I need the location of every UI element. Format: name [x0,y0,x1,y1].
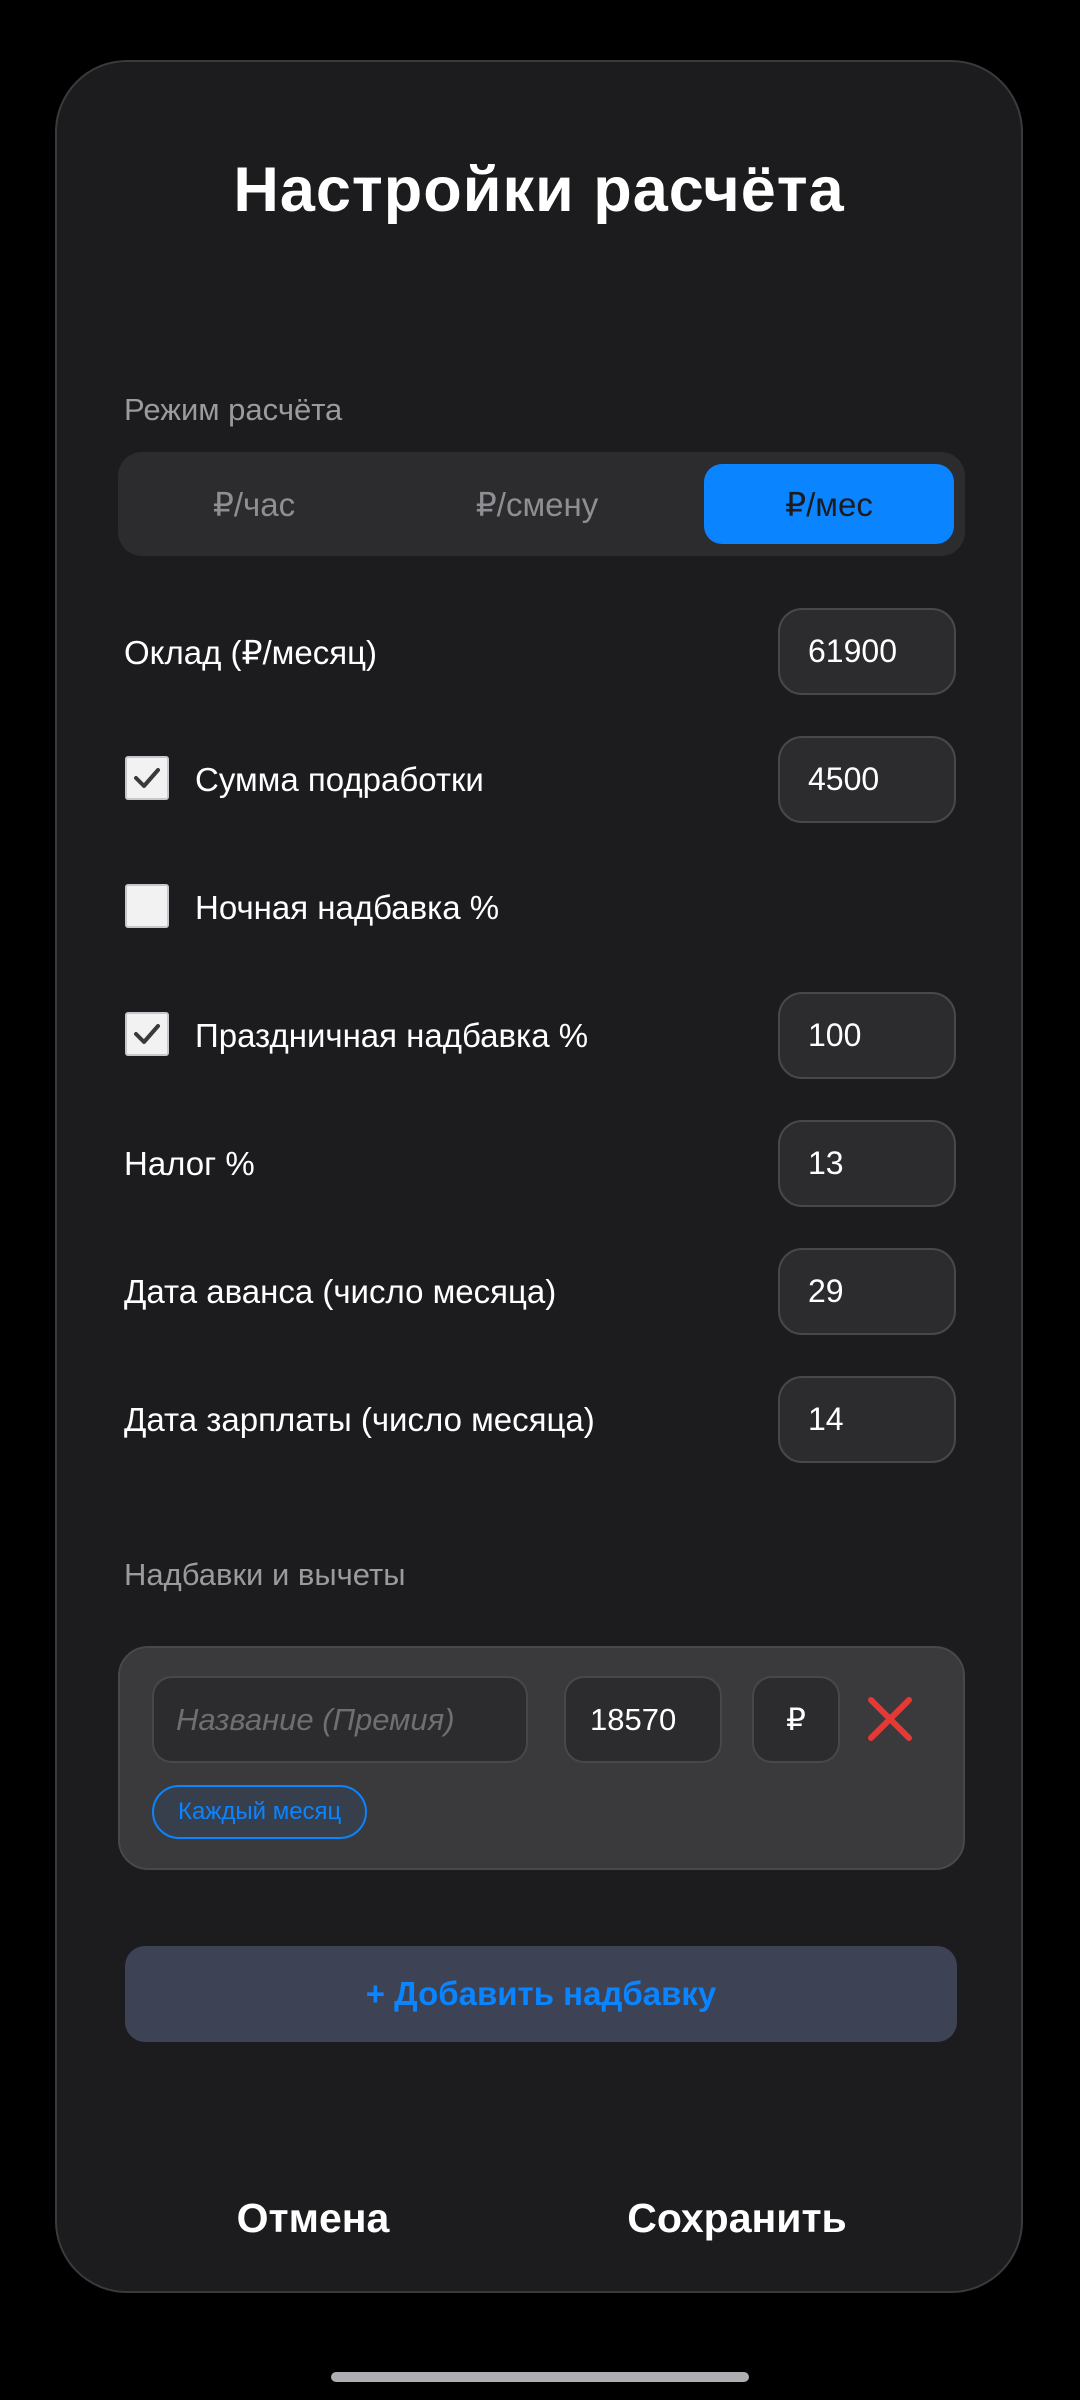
allowance-card: Название (Премия) 18570 ₽ Каждый месяц [118,1646,965,1870]
allowance-amount-input[interactable]: 18570 [564,1676,722,1763]
delete-icon[interactable] [865,1694,915,1744]
mode-section-label: Режим расчёта [124,392,343,427]
overtime-label: Сумма подработки [195,761,484,798]
allowance-currency-select[interactable]: ₽ [752,1676,840,1763]
allowance-name-input[interactable]: Название (Премия) [152,1676,528,1763]
cancel-button[interactable]: Отмена [143,2183,483,2253]
salary-date-input[interactable]: 14 [778,1376,956,1463]
night-checkbox[interactable] [125,884,169,928]
overtime-input[interactable]: 4500 [778,736,956,823]
frequency-chip[interactable]: Каждый месяц [152,1785,368,1839]
tax-input[interactable]: 13 [778,1120,956,1207]
allowances-section-label: Надбавки и вычеты [124,1557,406,1592]
salary-label: Оклад (₽/месяц) [124,634,377,671]
save-button[interactable]: Сохранить [567,2183,907,2253]
tax-label: Налог % [124,1145,255,1182]
salary-date-label: Дата зарплаты (число месяца) [124,1401,595,1438]
advance-date-label: Дата аванса (число месяца) [124,1273,557,1310]
add-allowance-button[interactable]: + Добавить надбавку [125,1946,957,2042]
holiday-checkbox[interactable] [125,1012,169,1056]
check-icon [134,1024,160,1044]
check-icon [134,768,160,788]
mode-segmented-control: ₽/час ₽/смену ₽/мес [118,452,965,556]
mode-option-shift[interactable]: ₽/смену [412,464,662,544]
mode-option-hour[interactable]: ₽/час [129,464,379,544]
home-indicator[interactable] [331,2372,749,2382]
settings-dialog: Настройки расчёта Режим расчёта ₽/час ₽/… [55,60,1023,2293]
advance-date-input[interactable]: 29 [778,1248,956,1335]
mode-option-month[interactable]: ₽/мес [704,464,954,544]
holiday-input[interactable]: 100 [778,992,956,1079]
dialog-title: Настройки расчёта [233,155,845,225]
overtime-checkbox[interactable] [125,756,169,800]
night-label: Ночная надбавка % [195,889,500,926]
salary-input[interactable]: 61900 [778,608,956,695]
holiday-label: Праздничная надбавка % [195,1017,589,1054]
